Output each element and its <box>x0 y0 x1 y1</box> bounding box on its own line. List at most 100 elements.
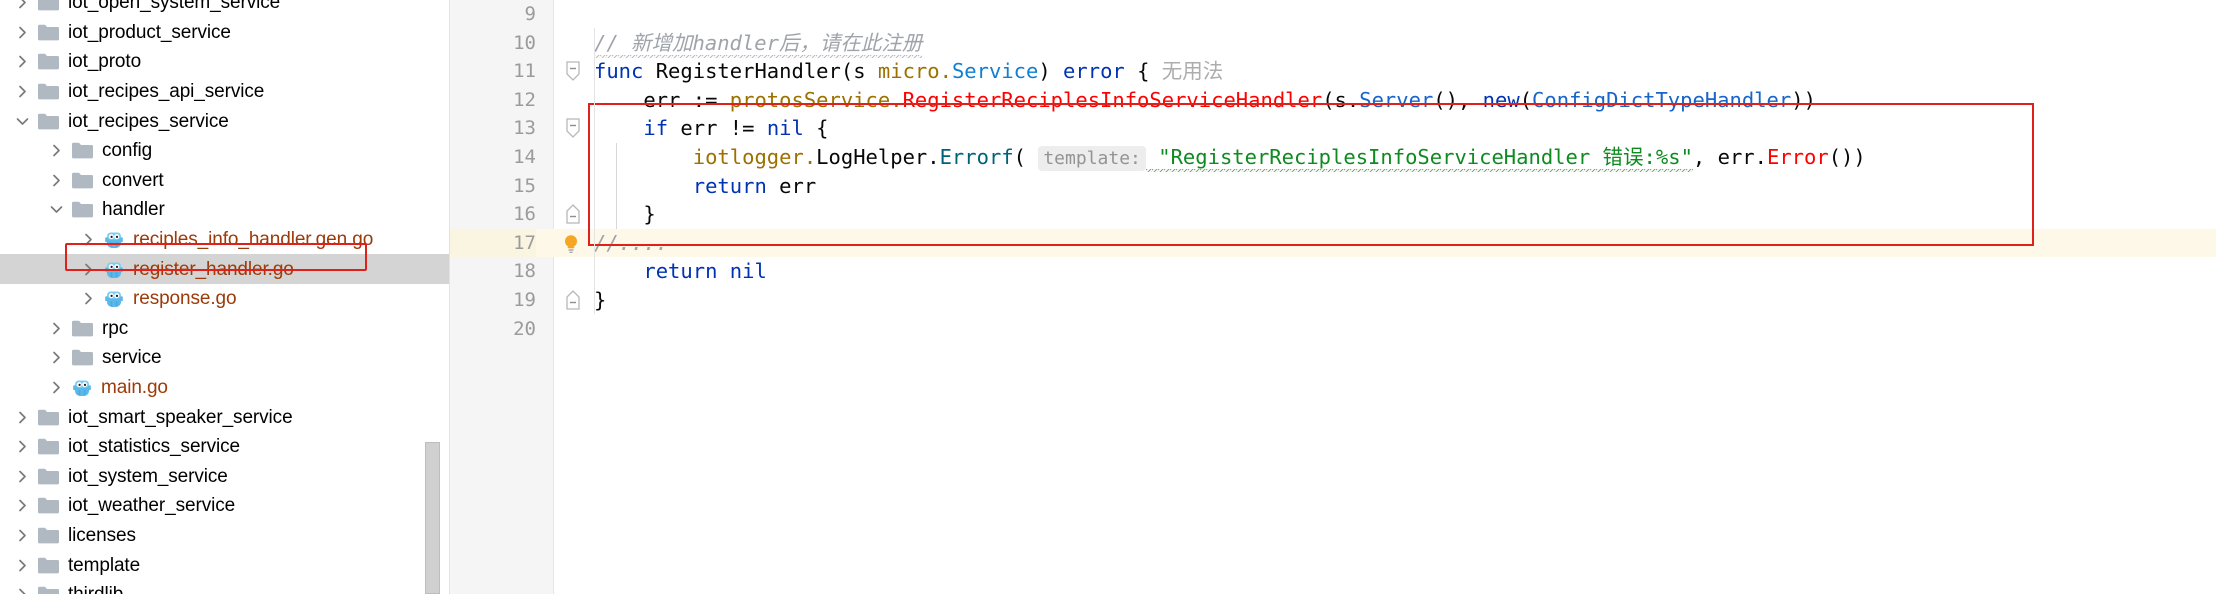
tree-item-config[interactable]: config <box>0 136 450 166</box>
chevron-right-icon[interactable] <box>48 320 65 337</box>
tree-item-label: service <box>102 347 162 369</box>
chevron-right-icon[interactable] <box>14 83 31 100</box>
tree-item-iot-recipes-service[interactable]: iot_recipes_service <box>0 106 450 136</box>
tree-item-service[interactable]: service <box>0 343 450 373</box>
tree-item-label: register_handler.go <box>133 258 294 280</box>
tree-item-iot-smart-speaker-service[interactable]: iot_smart_speaker_service <box>0 402 450 432</box>
code-token: 无用法 <box>1161 59 1224 84</box>
folder-icon <box>37 526 60 545</box>
chevron-right-icon[interactable] <box>14 409 31 426</box>
code-token: RegisterHandler <box>643 59 841 84</box>
code-line[interactable]: 11 func RegisterHandler(s micro.Service) … <box>450 57 2216 86</box>
tree-item-label: iot_weather_service <box>68 495 236 517</box>
tree-item-handler[interactable]: handler <box>0 195 450 225</box>
tree-item-licenses[interactable]: licenses <box>0 521 450 551</box>
tree-item-label: iot_product_service <box>68 21 231 43</box>
tree-item-iot-proto[interactable]: iot_proto <box>0 47 450 77</box>
tree-item-iot-open-system-service[interactable]: iot_open_system_service <box>0 0 450 18</box>
folder-icon <box>37 556 60 575</box>
code-line[interactable]: 14 iotlogger.LogHelper.Errorf( template:… <box>450 143 2216 172</box>
tree-item-iot-product-service[interactable]: iot_product_service <box>0 18 450 48</box>
chevron-right-icon[interactable] <box>48 172 65 189</box>
code-token: Server <box>1359 87 1434 112</box>
line-number: 12 <box>513 88 536 111</box>
code-line-content: func RegisterHandler(s micro.Service) er… <box>594 57 1223 86</box>
lightbulb-intention-icon[interactable] <box>560 233 582 255</box>
tree-item-response-go[interactable]: response.go <box>0 284 450 314</box>
chevron-right-icon[interactable] <box>14 0 31 11</box>
tree-item-convert[interactable]: convert <box>0 166 450 196</box>
code-token: protosService. <box>729 87 903 112</box>
tree-item-iot-weather-service[interactable]: iot_weather_service <box>0 491 450 521</box>
code-token: new <box>1482 87 1520 112</box>
tree-item-label: template <box>68 554 141 576</box>
chevron-down-icon[interactable] <box>48 201 65 218</box>
code-token: ( <box>1519 87 1533 112</box>
code-token: nil <box>766 116 804 141</box>
code-editor-panel[interactable]: 9 10 // 新增加handler后，请在此注册 11 func RegisterHa… <box>450 0 2216 594</box>
code-token: { <box>1124 59 1162 84</box>
chevron-right-icon[interactable] <box>14 527 31 544</box>
chevron-down-icon[interactable] <box>14 113 31 130</box>
chevron-right-icon[interactable] <box>80 290 97 307</box>
chevron-right-icon[interactable] <box>14 53 31 70</box>
fold-block-start-icon[interactable] <box>563 118 583 139</box>
code-line[interactable]: 16 } <box>450 200 2216 229</box>
fold-block-end-icon[interactable] <box>563 204 583 224</box>
line-number: 14 <box>513 145 536 168</box>
tree-item-reciples-info-handler-gen-go[interactable]: reciples_info_handler.gen.go <box>0 225 450 255</box>
sidebar-vertical-scrollbar[interactable] <box>425 442 440 594</box>
code-line[interactable]: 9 <box>450 0 2216 29</box>
tree-item-iot-statistics-service[interactable]: iot_statistics_service <box>0 432 450 462</box>
tree-item-rpc[interactable]: rpc <box>0 314 450 344</box>
line-number: 9 <box>524 3 536 25</box>
tree-item-thirdlib[interactable]: thirdlib <box>0 580 450 594</box>
fold-block-end-icon[interactable] <box>563 290 583 310</box>
folder-icon <box>37 496 60 515</box>
tree-item-iot-system-service[interactable]: iot_system_service <box>0 462 450 492</box>
code-line[interactable]: 13 if err != nil { <box>450 114 2216 143</box>
chevron-right-icon[interactable] <box>14 468 31 485</box>
code-line[interactable]: 18 return nil <box>450 257 2216 286</box>
chevron-right-icon[interactable] <box>14 557 31 574</box>
chevron-right-icon[interactable] <box>14 497 31 514</box>
chevron-right-icon[interactable] <box>80 261 97 278</box>
code-token: error <box>1063 59 1125 84</box>
chevron-right-icon[interactable] <box>14 24 31 41</box>
line-number: 18 <box>513 260 536 283</box>
code-line-content: } <box>594 286 606 315</box>
code-line[interactable]: 19} <box>450 286 2216 315</box>
chevron-right-icon[interactable] <box>14 586 31 594</box>
folder-icon <box>37 408 60 427</box>
tree-item-register-handler-go[interactable]: register_handler.go <box>0 254 450 284</box>
code-line[interactable]: 12 err := protosService.RegisterReciples… <box>450 86 2216 115</box>
chevron-right-icon[interactable] <box>80 231 97 248</box>
tree-item-label: response.go <box>133 288 237 310</box>
code-token: , err. <box>1692 144 1767 169</box>
tree-item-main-go[interactable]: main.go <box>0 373 450 403</box>
tree-item-label: iot_smart_speaker_service <box>68 406 293 428</box>
fold-block-start-icon[interactable] <box>563 61 583 82</box>
chevron-right-icon[interactable] <box>48 379 65 396</box>
folder-icon <box>37 585 60 594</box>
code-token: Error <box>1766 144 1829 169</box>
code-line[interactable]: 17 //.... <box>450 228 2216 258</box>
code-token: LogHelper. <box>816 144 940 169</box>
project-file-tree-panel[interactable]: iot_open_system_service iot_product_servi… <box>0 0 450 594</box>
code-comment: // 新增加handler后，请在此注册 <box>594 30 923 58</box>
code-line[interactable]: 20 <box>450 315 2216 344</box>
code-token: (s. <box>1322 87 1360 112</box>
code-token: ConfigDictTypeHandler <box>1532 87 1792 112</box>
tree-item-template[interactable]: template <box>0 550 450 580</box>
chevron-right-icon[interactable] <box>48 142 65 159</box>
code-line-content: return err <box>594 172 816 201</box>
chevron-right-icon[interactable] <box>14 438 31 455</box>
code-line[interactable]: 15 return err <box>450 172 2216 201</box>
folder-icon <box>71 171 94 190</box>
code-line[interactable]: 10 // 新增加handler后，请在此注册 <box>450 29 2216 58</box>
chevron-right-icon[interactable] <box>48 349 65 366</box>
tree-item-label: licenses <box>68 524 136 546</box>
tree-item-iot-recipes-api-service[interactable]: iot_recipes_api_service <box>0 77 450 107</box>
